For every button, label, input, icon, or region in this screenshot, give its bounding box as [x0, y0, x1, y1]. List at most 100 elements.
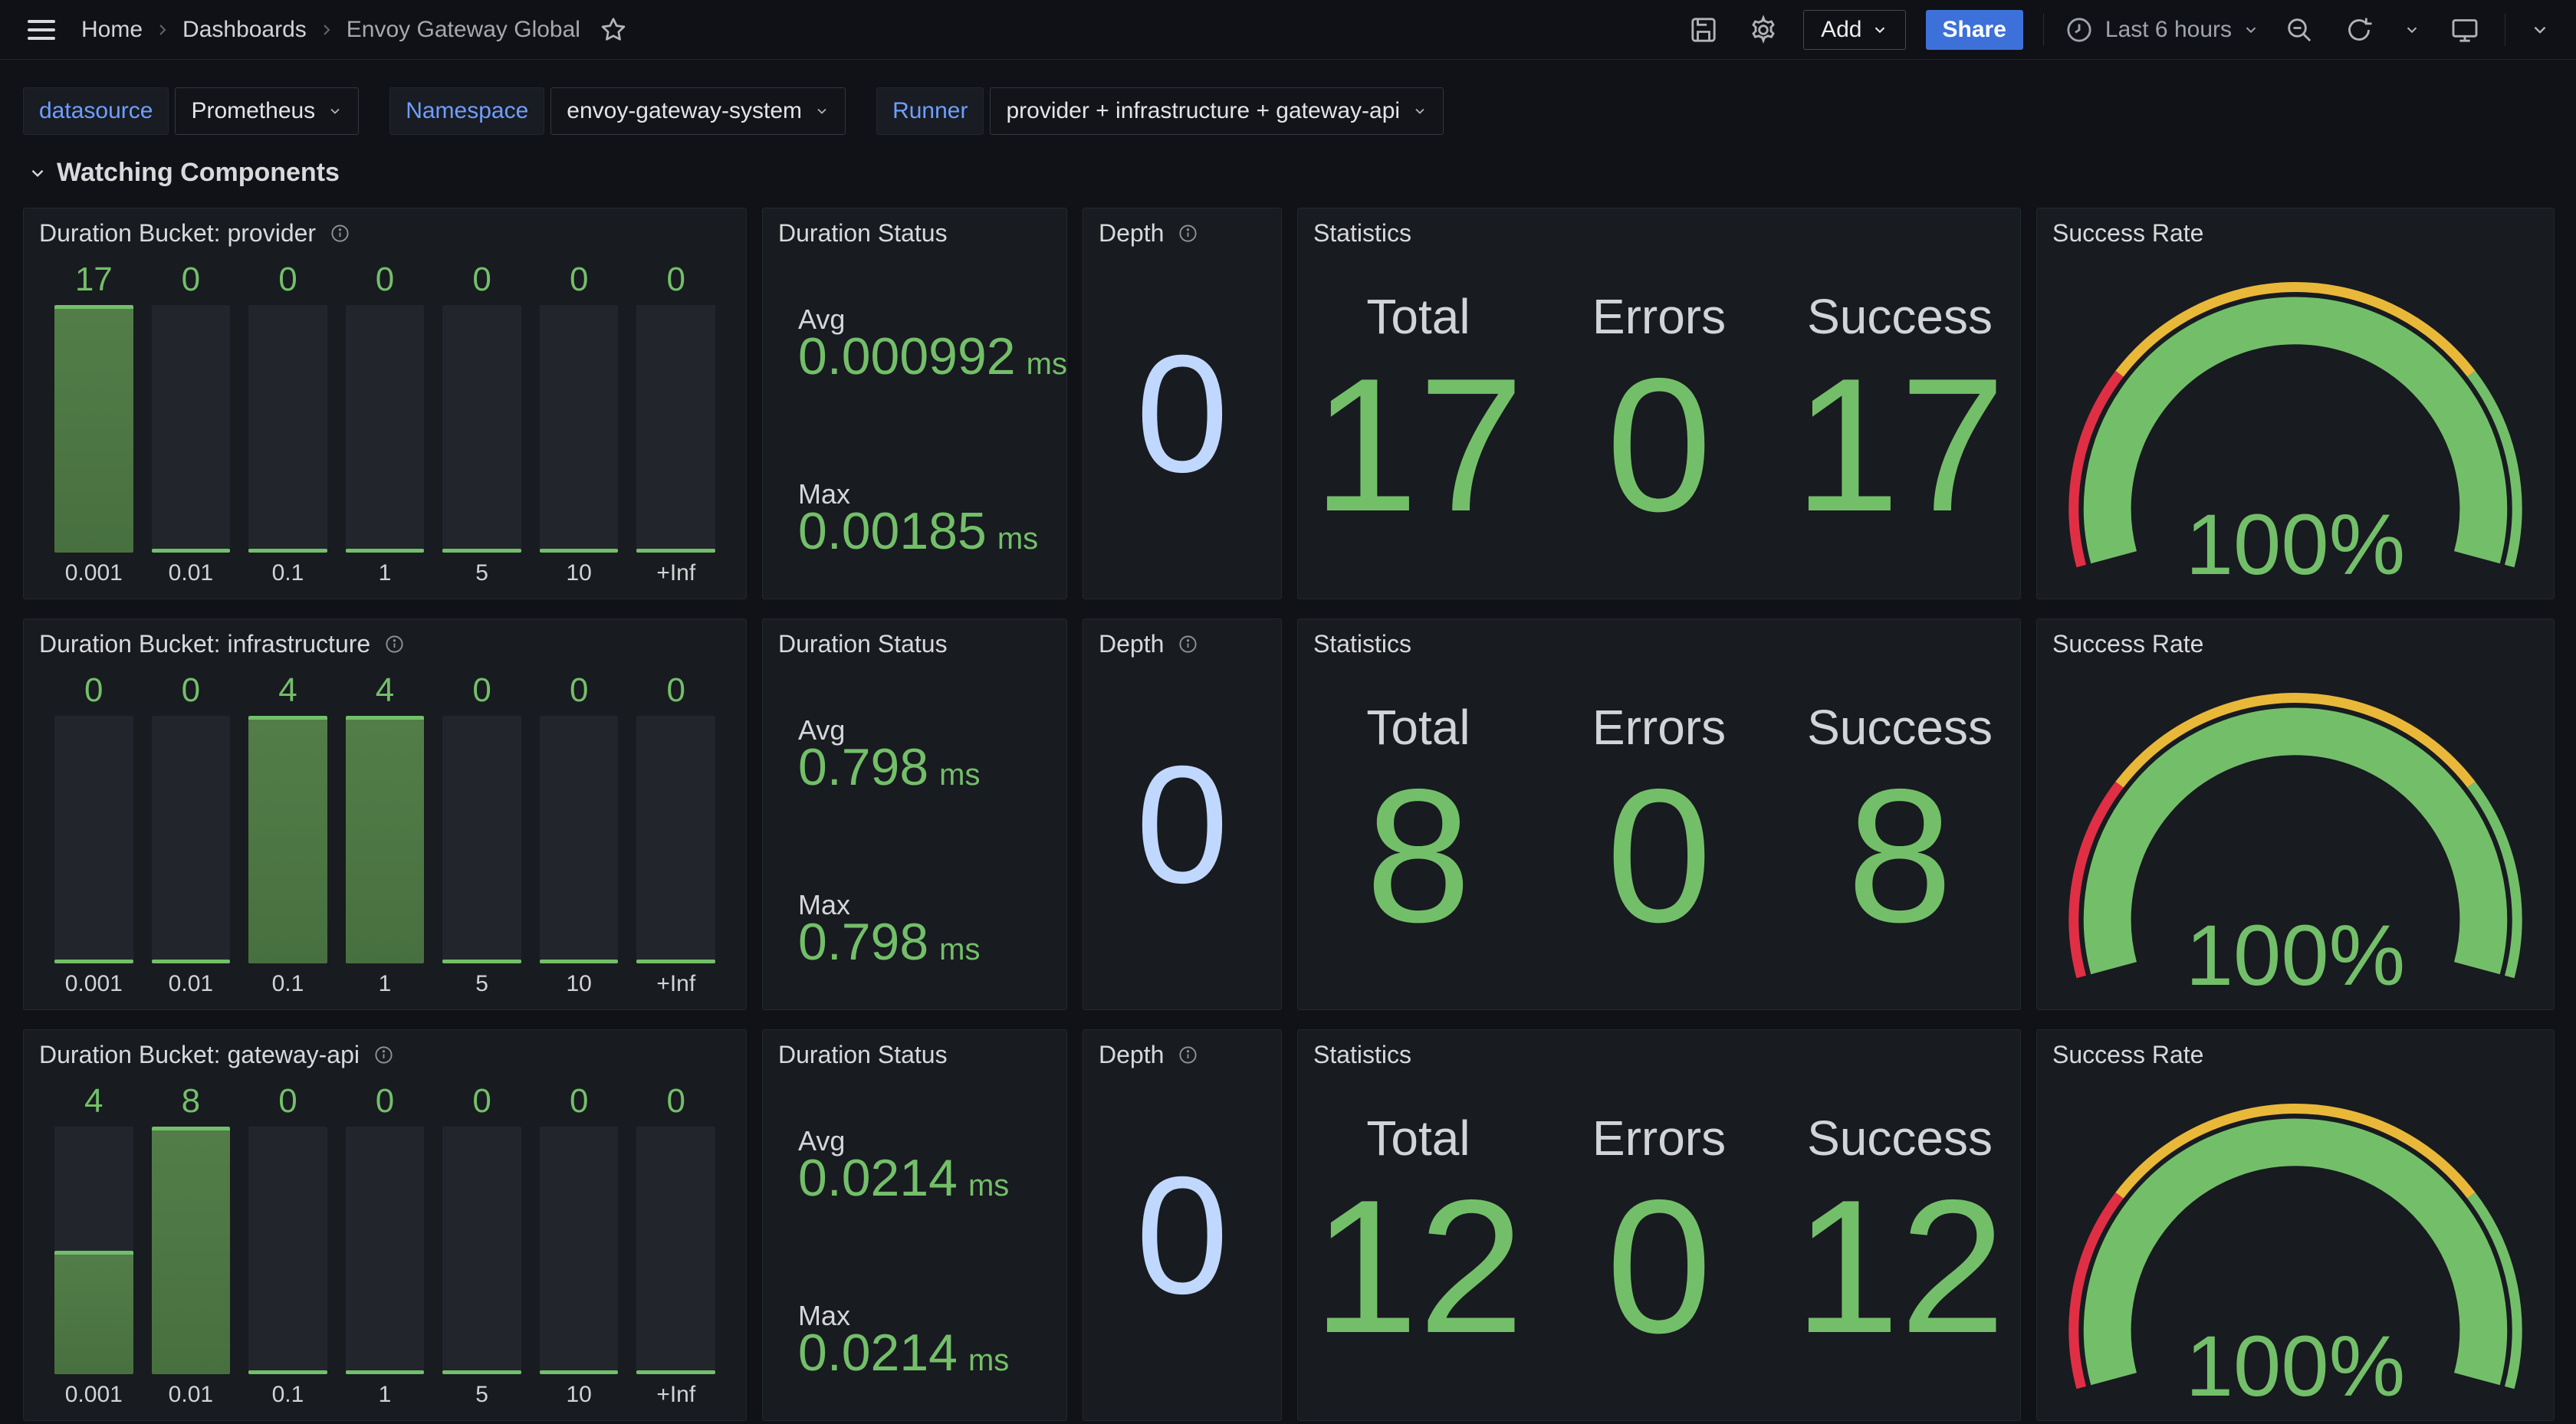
share-button[interactable]: Share [1926, 10, 2023, 50]
bar-track [346, 716, 425, 963]
panel-header[interactable]: Statistics [1313, 630, 1411, 658]
bar-column: 4 0.001 [54, 1079, 133, 1409]
info-icon[interactable] [384, 634, 405, 655]
bar-column: 41 [346, 668, 425, 999]
panel-header[interactable]: Duration Status [778, 219, 948, 248]
bar-column: 0+Inf [636, 1079, 715, 1409]
panel-header[interactable]: Duration Bucket: gateway-api [39, 1041, 394, 1069]
bar-value-label: 0 [442, 668, 521, 713]
info-icon[interactable] [373, 1045, 394, 1065]
panel-duration-bucket: Duration Bucket: infrastructure 00.00100… [23, 618, 747, 1010]
info-icon[interactable] [1178, 634, 1198, 655]
monitor-icon [2450, 15, 2480, 45]
panel-header[interactable]: Depth [1099, 1041, 1198, 1069]
variable-runner-dropdown[interactable]: provider + infrastructure + gateway-api [990, 87, 1444, 135]
bar-value-label: 0 [636, 1079, 715, 1124]
bar-fill [636, 1370, 715, 1374]
bar-column: 0+Inf [636, 258, 715, 588]
bar-x-label: 0.001 [54, 1374, 133, 1409]
refresh-button[interactable] [2339, 10, 2379, 50]
refresh-interval-dropdown[interactable] [2399, 17, 2425, 43]
panel-header[interactable]: Duration Status [778, 1041, 948, 1069]
variable-namespace-dropdown[interactable]: envoy-gateway-system [550, 87, 846, 135]
time-range-picker[interactable]: Last 6 hours [2064, 15, 2259, 45]
kiosk-mode-button[interactable] [2445, 10, 2485, 50]
panel-header[interactable]: Depth [1099, 219, 1198, 248]
bar-value-label: 0 [248, 258, 327, 302]
dashboard-grid: Duration Bucket: provider 170.00100.0100… [23, 208, 2555, 1421]
variable-runner: Runner provider + infrastructure + gatew… [876, 87, 1444, 135]
bar-fill [540, 1370, 619, 1374]
bar-value-label: 4 [54, 1079, 133, 1124]
panel-header[interactable]: Depth [1099, 630, 1198, 658]
bar-x-label: 0.01 [152, 1374, 231, 1409]
bar-value-label: 0 [152, 668, 231, 713]
zoom-out-icon [2284, 15, 2315, 45]
panel-depth: Depth 0 [1083, 208, 1282, 599]
zoom-out-time-button[interactable] [2279, 10, 2319, 50]
bar-column: 05 [442, 1079, 521, 1409]
panel-title: Duration Status [778, 630, 948, 658]
avg-value: 0.798 ms [798, 737, 981, 797]
bar-track [152, 1127, 231, 1374]
bar-value-label: 0 [540, 258, 619, 302]
bar-track [636, 716, 715, 963]
panel-header[interactable]: Statistics [1313, 219, 1411, 248]
info-icon[interactable] [1178, 1045, 1198, 1065]
bar-fill [636, 549, 715, 553]
bar-fill [442, 960, 521, 963]
bar-track [346, 1127, 425, 1374]
unit-ms: ms [968, 1344, 1009, 1378]
add-button[interactable]: Add [1803, 10, 1905, 50]
panel-title: Duration Status [778, 1041, 948, 1069]
bar-column: 40.1 [248, 668, 327, 999]
chevron-down-icon [1871, 21, 1888, 38]
favorite-star-button[interactable] [599, 15, 628, 44]
bar-column: 05 [442, 258, 521, 588]
bar-value-label: 0 [346, 1079, 425, 1124]
bar-fill [54, 305, 133, 553]
bar-track [248, 305, 327, 553]
bar-column: 010 [540, 1079, 619, 1409]
save-dashboard-button[interactable] [1684, 10, 1723, 50]
collapse-toolbar-button[interactable] [2525, 15, 2555, 44]
info-icon[interactable] [330, 223, 350, 244]
dashboard-settings-button[interactable] [1743, 10, 1783, 50]
toolbar-divider [2043, 14, 2044, 46]
panel-header[interactable]: Statistics [1313, 1041, 1411, 1069]
breadcrumb-home[interactable]: Home [81, 17, 143, 43]
bar-track [54, 1127, 133, 1374]
refresh-icon [2344, 15, 2374, 45]
bar-track [442, 716, 521, 963]
row-header-watching-components[interactable]: Watching Components [28, 158, 340, 188]
chevron-down-icon [28, 163, 48, 183]
panel-title: Depth [1099, 219, 1164, 248]
bar-column: 00.001 [54, 668, 133, 999]
menu-toggle-button[interactable] [21, 10, 61, 50]
panel-header[interactable]: Duration Bucket: provider [39, 219, 350, 248]
bar-x-label: 0.001 [54, 963, 133, 999]
breadcrumb: Home Dashboards Envoy Gateway Global [81, 15, 628, 44]
bar-x-label: 5 [442, 553, 521, 588]
bar-fill [346, 1370, 425, 1374]
variable-datasource-dropdown[interactable]: Prometheus [175, 87, 359, 135]
unit-ms: ms [939, 933, 980, 967]
panel-header[interactable]: Duration Status [778, 630, 948, 658]
chevron-right-icon [317, 21, 336, 39]
panel-header[interactable]: Success Rate [2052, 630, 2203, 658]
panel-title: Success Rate [2052, 219, 2203, 248]
panel-depth: Depth 0 [1083, 1029, 1282, 1421]
breadcrumb-dashboards[interactable]: Dashboards [182, 17, 307, 43]
bar-column: 01 [346, 258, 425, 588]
depth-value: 0 [1083, 742, 1281, 909]
panel-header[interactable]: Success Rate [2052, 1041, 2203, 1069]
info-icon[interactable] [1178, 223, 1198, 244]
panel-header[interactable]: Success Rate [2052, 219, 2203, 248]
bar-column: 00.1 [248, 258, 327, 588]
bar-track [636, 305, 715, 553]
clock-icon [2064, 15, 2095, 45]
bar-x-label: 0.1 [248, 553, 327, 588]
bar-fill [54, 960, 133, 963]
bar-value-label: 0 [346, 258, 425, 302]
panel-header[interactable]: Duration Bucket: infrastructure [39, 630, 405, 658]
